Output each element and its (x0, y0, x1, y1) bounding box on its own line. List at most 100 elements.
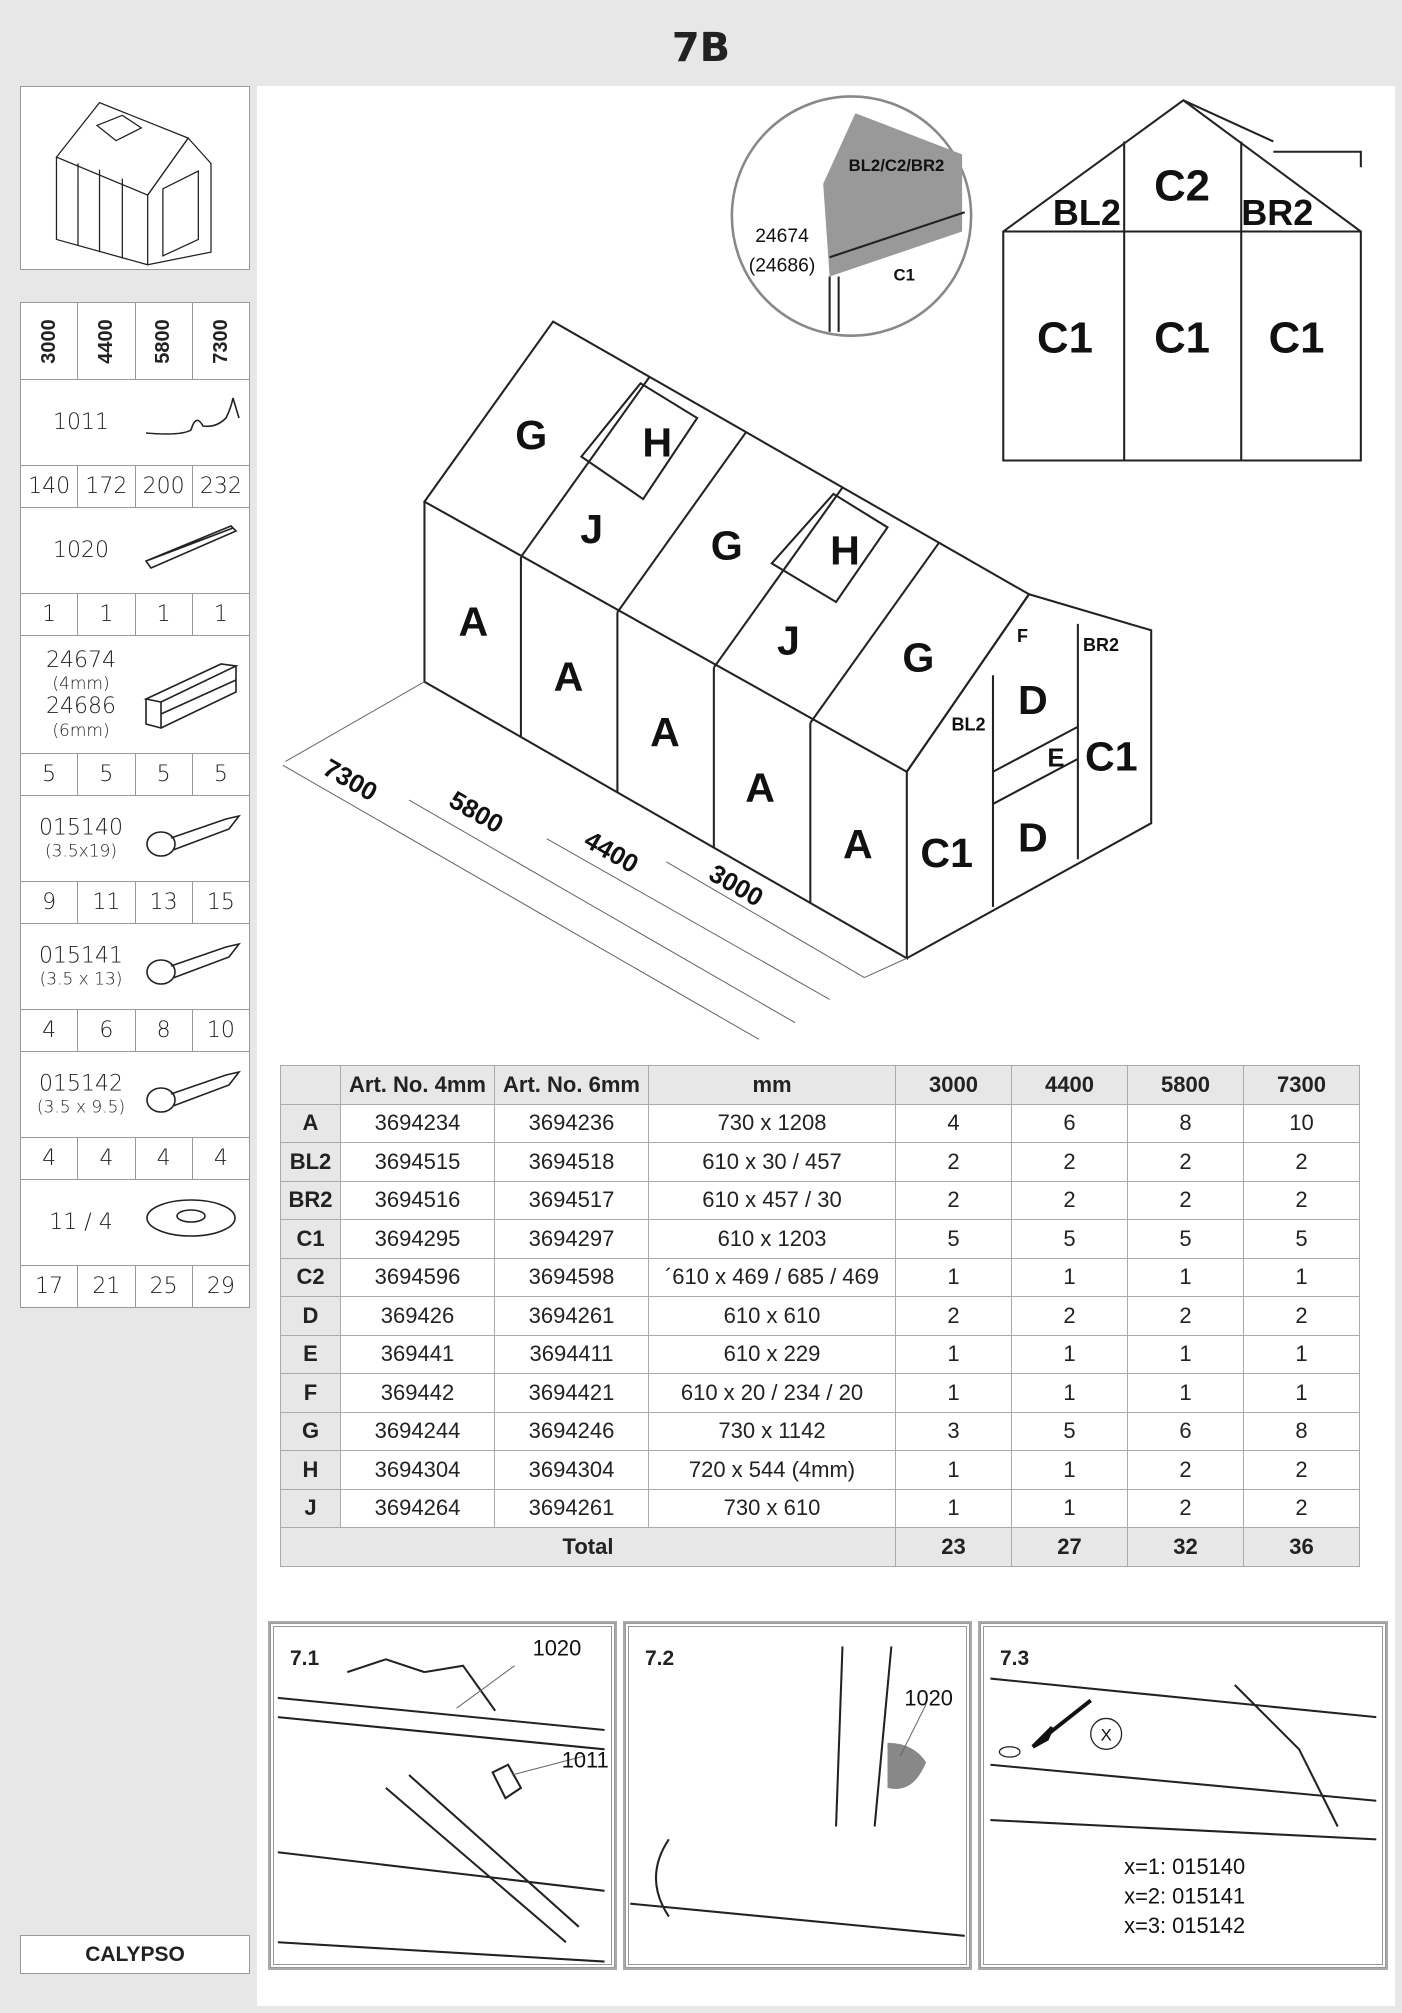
part-number: 24686 (46, 694, 116, 720)
detail-panel-7-1: 7.1 (268, 1621, 617, 1970)
table-cell: 1 (1011, 1334, 1128, 1374)
table-cell: 3694598 (494, 1257, 649, 1297)
part-count: 140 (19, 465, 79, 508)
total-value: 32 (1127, 1527, 1244, 1567)
part-count: 10 (191, 1009, 251, 1052)
table-cell: 3694236 (494, 1103, 649, 1143)
table-cell: 2 (1127, 1488, 1244, 1528)
table-cell: 1 (1011, 1450, 1128, 1490)
table-cell: 2 (895, 1296, 1012, 1336)
table-cell: 3694261 (494, 1488, 649, 1528)
table-cell: 5 (1011, 1219, 1128, 1259)
table-cell: 3694234 (340, 1103, 495, 1143)
part-size: (3.5 x 13) (39, 969, 123, 990)
column-header (280, 1065, 341, 1105)
size-header: 4400 (77, 302, 136, 380)
total-label: Total (280, 1527, 896, 1567)
part-count: 1 (19, 593, 79, 636)
table-cell: 8 (1243, 1411, 1360, 1451)
table-row: D 369426 3694261 610 x 610 2 2 2 2 (280, 1296, 1360, 1336)
table-cell: 10 (1243, 1103, 1360, 1143)
table-cell: 2 (1011, 1180, 1128, 1220)
part-row: 015141 (3.5 x 13) (20, 923, 250, 1010)
part-count: 232 (191, 465, 251, 508)
table-cell: 6 (1127, 1411, 1244, 1451)
table-row: E 369441 3694411 610 x 229 1 1 1 1 (280, 1334, 1360, 1374)
part-number: 11 / 4 (49, 1209, 113, 1235)
table-cell: G (280, 1411, 341, 1451)
table-cell: 3694297 (494, 1219, 649, 1259)
part-count: 172 (77, 465, 136, 508)
table-cell: 3 (895, 1411, 1012, 1451)
table-cell: 5 (1127, 1219, 1244, 1259)
part-count: 200 (134, 465, 193, 508)
panel-label: 7.2 (645, 1647, 675, 1670)
part-count: 25 (134, 1265, 193, 1308)
table-cell: 2 (895, 1142, 1012, 1182)
table-cell: J (280, 1488, 341, 1528)
table-cell: 369426 (340, 1296, 495, 1336)
table-cell: D (280, 1296, 341, 1336)
part-count-row: 140 172 200 232 (19, 465, 251, 508)
table-cell: 369441 (340, 1334, 495, 1374)
table-cell: 3694264 (340, 1488, 495, 1528)
part-number: 015141 (39, 943, 123, 969)
part-size: (6mm) (52, 720, 110, 741)
table-cell: BR2 (280, 1180, 341, 1220)
table-cell: 3694304 (494, 1450, 649, 1490)
table-cell: 3694304 (340, 1450, 495, 1490)
size-header: 5800 (134, 302, 193, 380)
table-cell: 730 x 1142 (648, 1411, 896, 1451)
parts-list: 3000 4400 5800 7300 1011 140 172 200 232 1020 1 1 1 1… (19, 302, 251, 1308)
part-row: 015142 (3.5 x 9.5) (20, 1051, 250, 1138)
part-count: 8 (134, 1009, 193, 1052)
table-cell: 3694295 (340, 1219, 495, 1259)
panel-label: 7.1 (290, 1647, 320, 1670)
part-size: (3.5x19) (45, 841, 117, 862)
table-cell: 5 (1011, 1411, 1128, 1451)
table-cell: C2 (280, 1257, 341, 1297)
part-count: 9 (19, 881, 79, 924)
table-cell: 2 (1011, 1142, 1128, 1182)
table-row: C2 3694596 3694598 ´610 x 469 / 685 / 469 1 1… (280, 1257, 1360, 1297)
part-count: 5 (19, 753, 79, 796)
table-cell: 3694518 (494, 1142, 649, 1182)
part-count: 4 (77, 1137, 136, 1180)
model-name: CALYPSO (20, 1935, 250, 1974)
part-count: 13 (134, 881, 193, 924)
table-cell: BL2 (280, 1142, 341, 1182)
part-count-row: 9 11 13 15 (19, 881, 251, 924)
part-count-row: 4444 (19, 1137, 251, 1180)
table-cell: 2 (1011, 1296, 1128, 1336)
page-title: 7B (671, 24, 731, 71)
table-cell: 2 (1243, 1142, 1360, 1182)
part-count: 1 (77, 593, 136, 636)
table-cell: 5 (895, 1219, 1012, 1259)
table-cell: 4 (895, 1103, 1012, 1143)
part-number: 24674 (46, 647, 116, 673)
part-count: 4 (19, 1009, 79, 1052)
table-cell: 1 (895, 1373, 1012, 1413)
total-value: 36 (1243, 1527, 1360, 1567)
table-cell: H (280, 1450, 341, 1490)
part-count: 4 (191, 1137, 251, 1180)
column-header: Art. No. 6mm (494, 1065, 649, 1105)
table-row: A 3694234 3694236 730 x 1208 4 6 8 10 (280, 1103, 1360, 1143)
detail-panel-7-3: 7.3 (978, 1621, 1388, 1970)
table-cell: 1 (1127, 1334, 1244, 1374)
table-row: J 3694264 3694261 730 x 610 1 1 2 2 (280, 1488, 1360, 1528)
table-cell: 610 x 229 (648, 1334, 896, 1374)
table-cell: 720 x 544 (4mm) (648, 1450, 896, 1490)
part-number: 015140 (39, 815, 123, 841)
part-number: 1020 (53, 537, 109, 563)
part-count: 17 (19, 1265, 79, 1308)
column-header: 7300 (1243, 1065, 1360, 1105)
table-cell: 1 (1243, 1334, 1360, 1374)
table-row: F 369442 3694421 610 x 20 / 234 / 20 1 1 1 1 (280, 1373, 1360, 1413)
table-cell: 3694261 (494, 1296, 649, 1336)
table-cell: 2 (1243, 1488, 1360, 1528)
part-count: 5 (191, 753, 251, 796)
table-cell: 610 x 20 / 234 / 20 (648, 1373, 896, 1413)
table-cell: 1 (895, 1334, 1012, 1374)
table-cell: 610 x 457 / 30 (648, 1180, 896, 1220)
